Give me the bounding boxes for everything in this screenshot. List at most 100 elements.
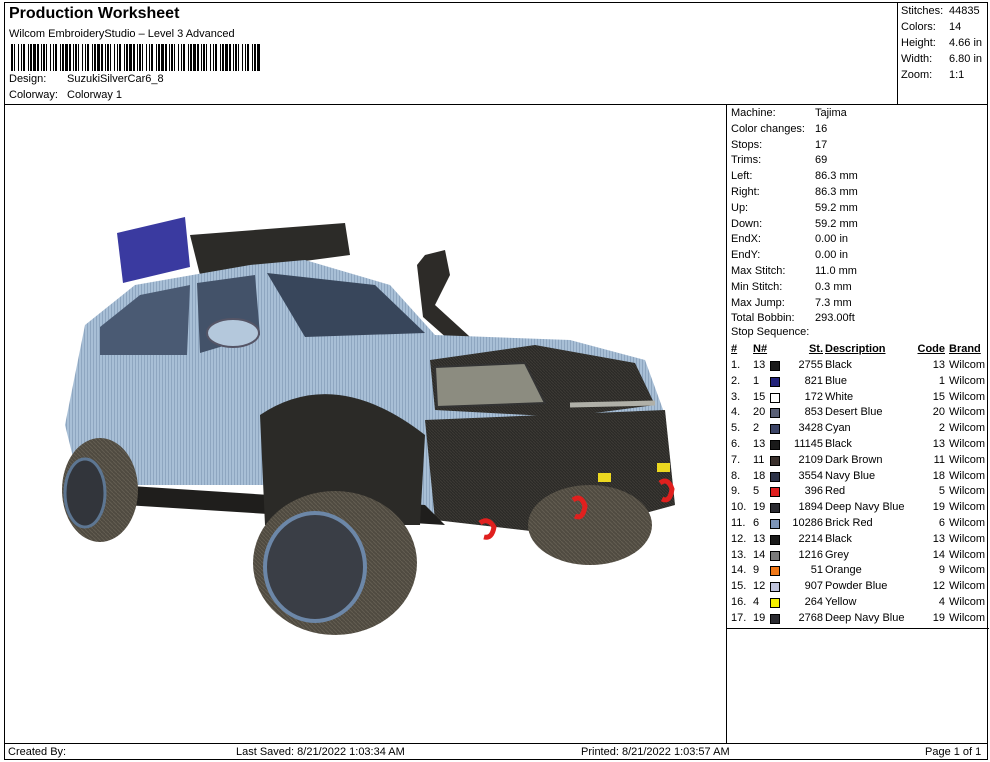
- worksheet-footer: Created By: Last Saved: 8/21/2022 1:03:3…: [5, 743, 987, 759]
- machine-label: Trims:: [731, 154, 762, 167]
- info-row: Height: 4.66 in: [901, 37, 982, 49]
- barcode-bar: [78, 44, 79, 71]
- machine-label: Min Stitch:: [731, 280, 783, 293]
- barcode-bar: [82, 44, 83, 71]
- stitch-count: 2768: [798, 611, 823, 624]
- color-code: 20: [932, 406, 945, 419]
- colorway-row: Colorway: Colorway 1: [9, 89, 122, 101]
- needle-number: 15: [753, 390, 766, 403]
- machine-label: Left:: [731, 170, 753, 183]
- barcode-bar: [21, 44, 22, 71]
- stop-row: 13. 14 1216 Grey 14 Wilcom: [731, 549, 987, 564]
- color-code: 2: [938, 422, 945, 435]
- needle-number: 4: [753, 596, 760, 608]
- machine-value: 0.00 in: [815, 249, 849, 262]
- barcode-bar: [193, 44, 196, 71]
- stop-index: 14.: [731, 564, 747, 577]
- stitch-count: 2214: [798, 532, 823, 545]
- design-preview: [5, 105, 727, 743]
- worksheet-frame: Production Worksheet Wilcom EmbroiderySt…: [4, 2, 989, 760]
- design-info-panel: Stitches: 44835 Colors: 14 Height: 4.66 in …: [898, 3, 987, 105]
- color-description: Grey: [825, 548, 849, 561]
- needle-number: 19: [753, 611, 766, 624]
- info-value: 4.66 in: [949, 37, 983, 49]
- page-title: Production Worksheet: [9, 5, 180, 22]
- info-value: 14: [949, 21, 962, 33]
- barcode-bar: [75, 44, 77, 71]
- stop-sequence-header: # N# St. Description Code Brand: [731, 343, 987, 358]
- stitch-count: 821: [804, 374, 823, 387]
- needle-number: 9: [753, 564, 760, 577]
- stitch-count: 10286: [792, 517, 823, 529]
- barcode-bar: [188, 44, 189, 71]
- barcode-bar: [206, 44, 207, 71]
- machine-label: EndX:: [731, 233, 761, 246]
- barcode-bar: [254, 44, 256, 71]
- barcode-bar: [55, 44, 57, 71]
- software-name: Wilcom EmbroideryStudio – Level 3 Advanc…: [9, 28, 235, 40]
- needle-number: 20: [753, 406, 766, 419]
- color-swatch: [770, 408, 780, 419]
- barcode-bar: [18, 44, 19, 71]
- stop-index: 7.: [731, 453, 741, 466]
- thread-brand: Wilcom: [949, 532, 986, 545]
- barcode-bar: [110, 44, 111, 71]
- col-needle: N#: [753, 343, 768, 355]
- barcode-bar: [171, 44, 173, 71]
- barcode-bar: [114, 44, 115, 71]
- barcode-bar: [151, 44, 153, 71]
- machine-value: 293.00ft: [815, 312, 855, 325]
- machine-label: Stops:: [731, 138, 763, 151]
- last-saved: Last Saved: 8/21/2022 1:03:34 AM: [236, 746, 405, 758]
- color-description: Powder Blue: [825, 580, 888, 593]
- info-value: 44835: [949, 5, 980, 17]
- machine-row: EndX: 0.00 in: [731, 233, 848, 245]
- worksheet-header: Production Worksheet Wilcom EmbroiderySt…: [5, 3, 898, 105]
- thread-brand: Wilcom: [949, 359, 986, 371]
- barcode-bar: [190, 44, 192, 71]
- machine-row: Stops: 17: [731, 139, 827, 151]
- barcode-bar: [41, 44, 42, 71]
- info-row: Stitches: 44835: [901, 5, 980, 17]
- barcode-bar: [215, 44, 217, 71]
- roof-box: [117, 217, 190, 283]
- barcode-bar: [210, 44, 211, 71]
- stop-index: 4.: [731, 406, 741, 419]
- thread-brand: Wilcom: [949, 406, 986, 419]
- needle-number: 13: [753, 438, 766, 450]
- stitch-count: 907: [804, 580, 823, 593]
- color-code: 9: [938, 564, 945, 577]
- stop-row: 9. 5 396 Red 5 Wilcom: [731, 485, 987, 500]
- color-code: 15: [932, 390, 945, 403]
- barcode-bar: [87, 44, 89, 71]
- info-label: Zoom:: [901, 69, 933, 81]
- barcode-bar: [62, 44, 64, 71]
- stitch-count: 11145: [794, 438, 823, 450]
- stop-index: 9.: [731, 485, 741, 498]
- barcode-bar: [142, 44, 143, 71]
- barcode-bar: [169, 44, 170, 71]
- stitch-count: 51: [810, 564, 823, 577]
- info-value: 1:1: [949, 69, 965, 81]
- thread-brand: Wilcom: [949, 517, 986, 529]
- thread-brand: Wilcom: [949, 453, 986, 466]
- color-swatch: [770, 361, 780, 371]
- barcode-bar: [222, 44, 224, 71]
- barcode-bar: [233, 44, 234, 71]
- needle-number: 11: [753, 453, 765, 466]
- barcode-bar: [161, 44, 164, 71]
- info-row: Width: 6.80 in: [901, 53, 982, 65]
- barcode-bar: [178, 44, 179, 71]
- machine-row: EndY: 0.00 in: [731, 249, 848, 261]
- color-swatch: [770, 376, 780, 387]
- color-swatch: [770, 440, 780, 450]
- stop-row: 14. 9 51 Orange 9 Wilcom: [731, 564, 987, 579]
- machine-row: Total Bobbin: 293.00ft: [731, 312, 855, 324]
- tow-hook-center: [478, 518, 497, 540]
- needle-number: 18: [753, 469, 766, 482]
- barcode-bar: [85, 44, 86, 71]
- barcode-bar: [242, 44, 243, 71]
- color-description: Cyan: [825, 422, 851, 435]
- needle-number: 12: [753, 580, 766, 593]
- barcode-bar: [252, 44, 253, 71]
